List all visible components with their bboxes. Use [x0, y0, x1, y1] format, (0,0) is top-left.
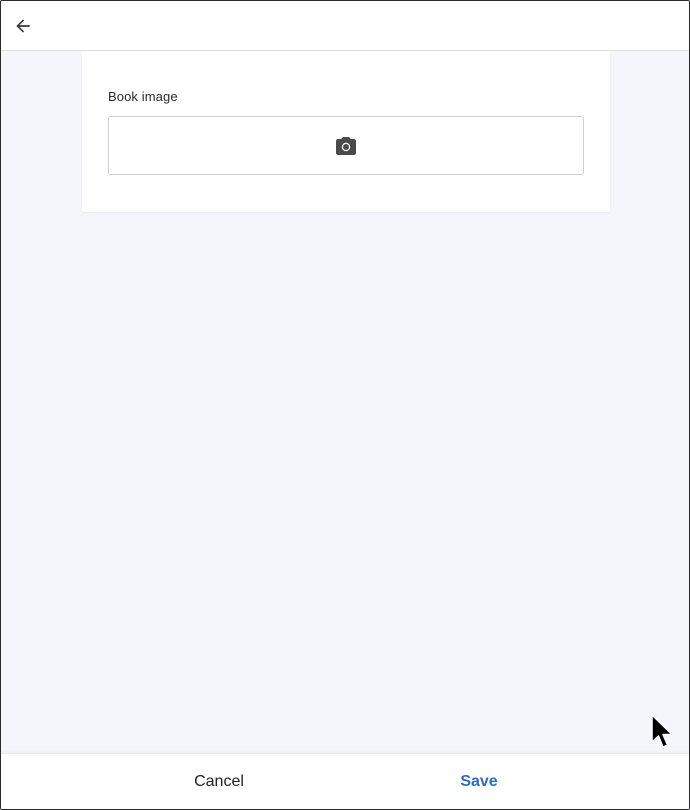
bottom-action-bar: Cancel Save	[1, 754, 689, 809]
book-image-picker[interactable]	[108, 116, 584, 175]
top-app-bar	[1, 1, 689, 51]
mouse-pointer-icon	[651, 714, 673, 748]
arrow-left-icon	[16, 19, 30, 33]
camera-icon	[336, 136, 356, 155]
cancel-button[interactable]: Cancel	[151, 754, 287, 809]
app-window: Book image Cancel Save	[0, 0, 690, 810]
save-button[interactable]: Save	[411, 754, 547, 809]
book-image-label: Book image	[108, 89, 178, 104]
form-card: Book image	[82, 51, 610, 212]
back-button[interactable]	[9, 12, 37, 40]
